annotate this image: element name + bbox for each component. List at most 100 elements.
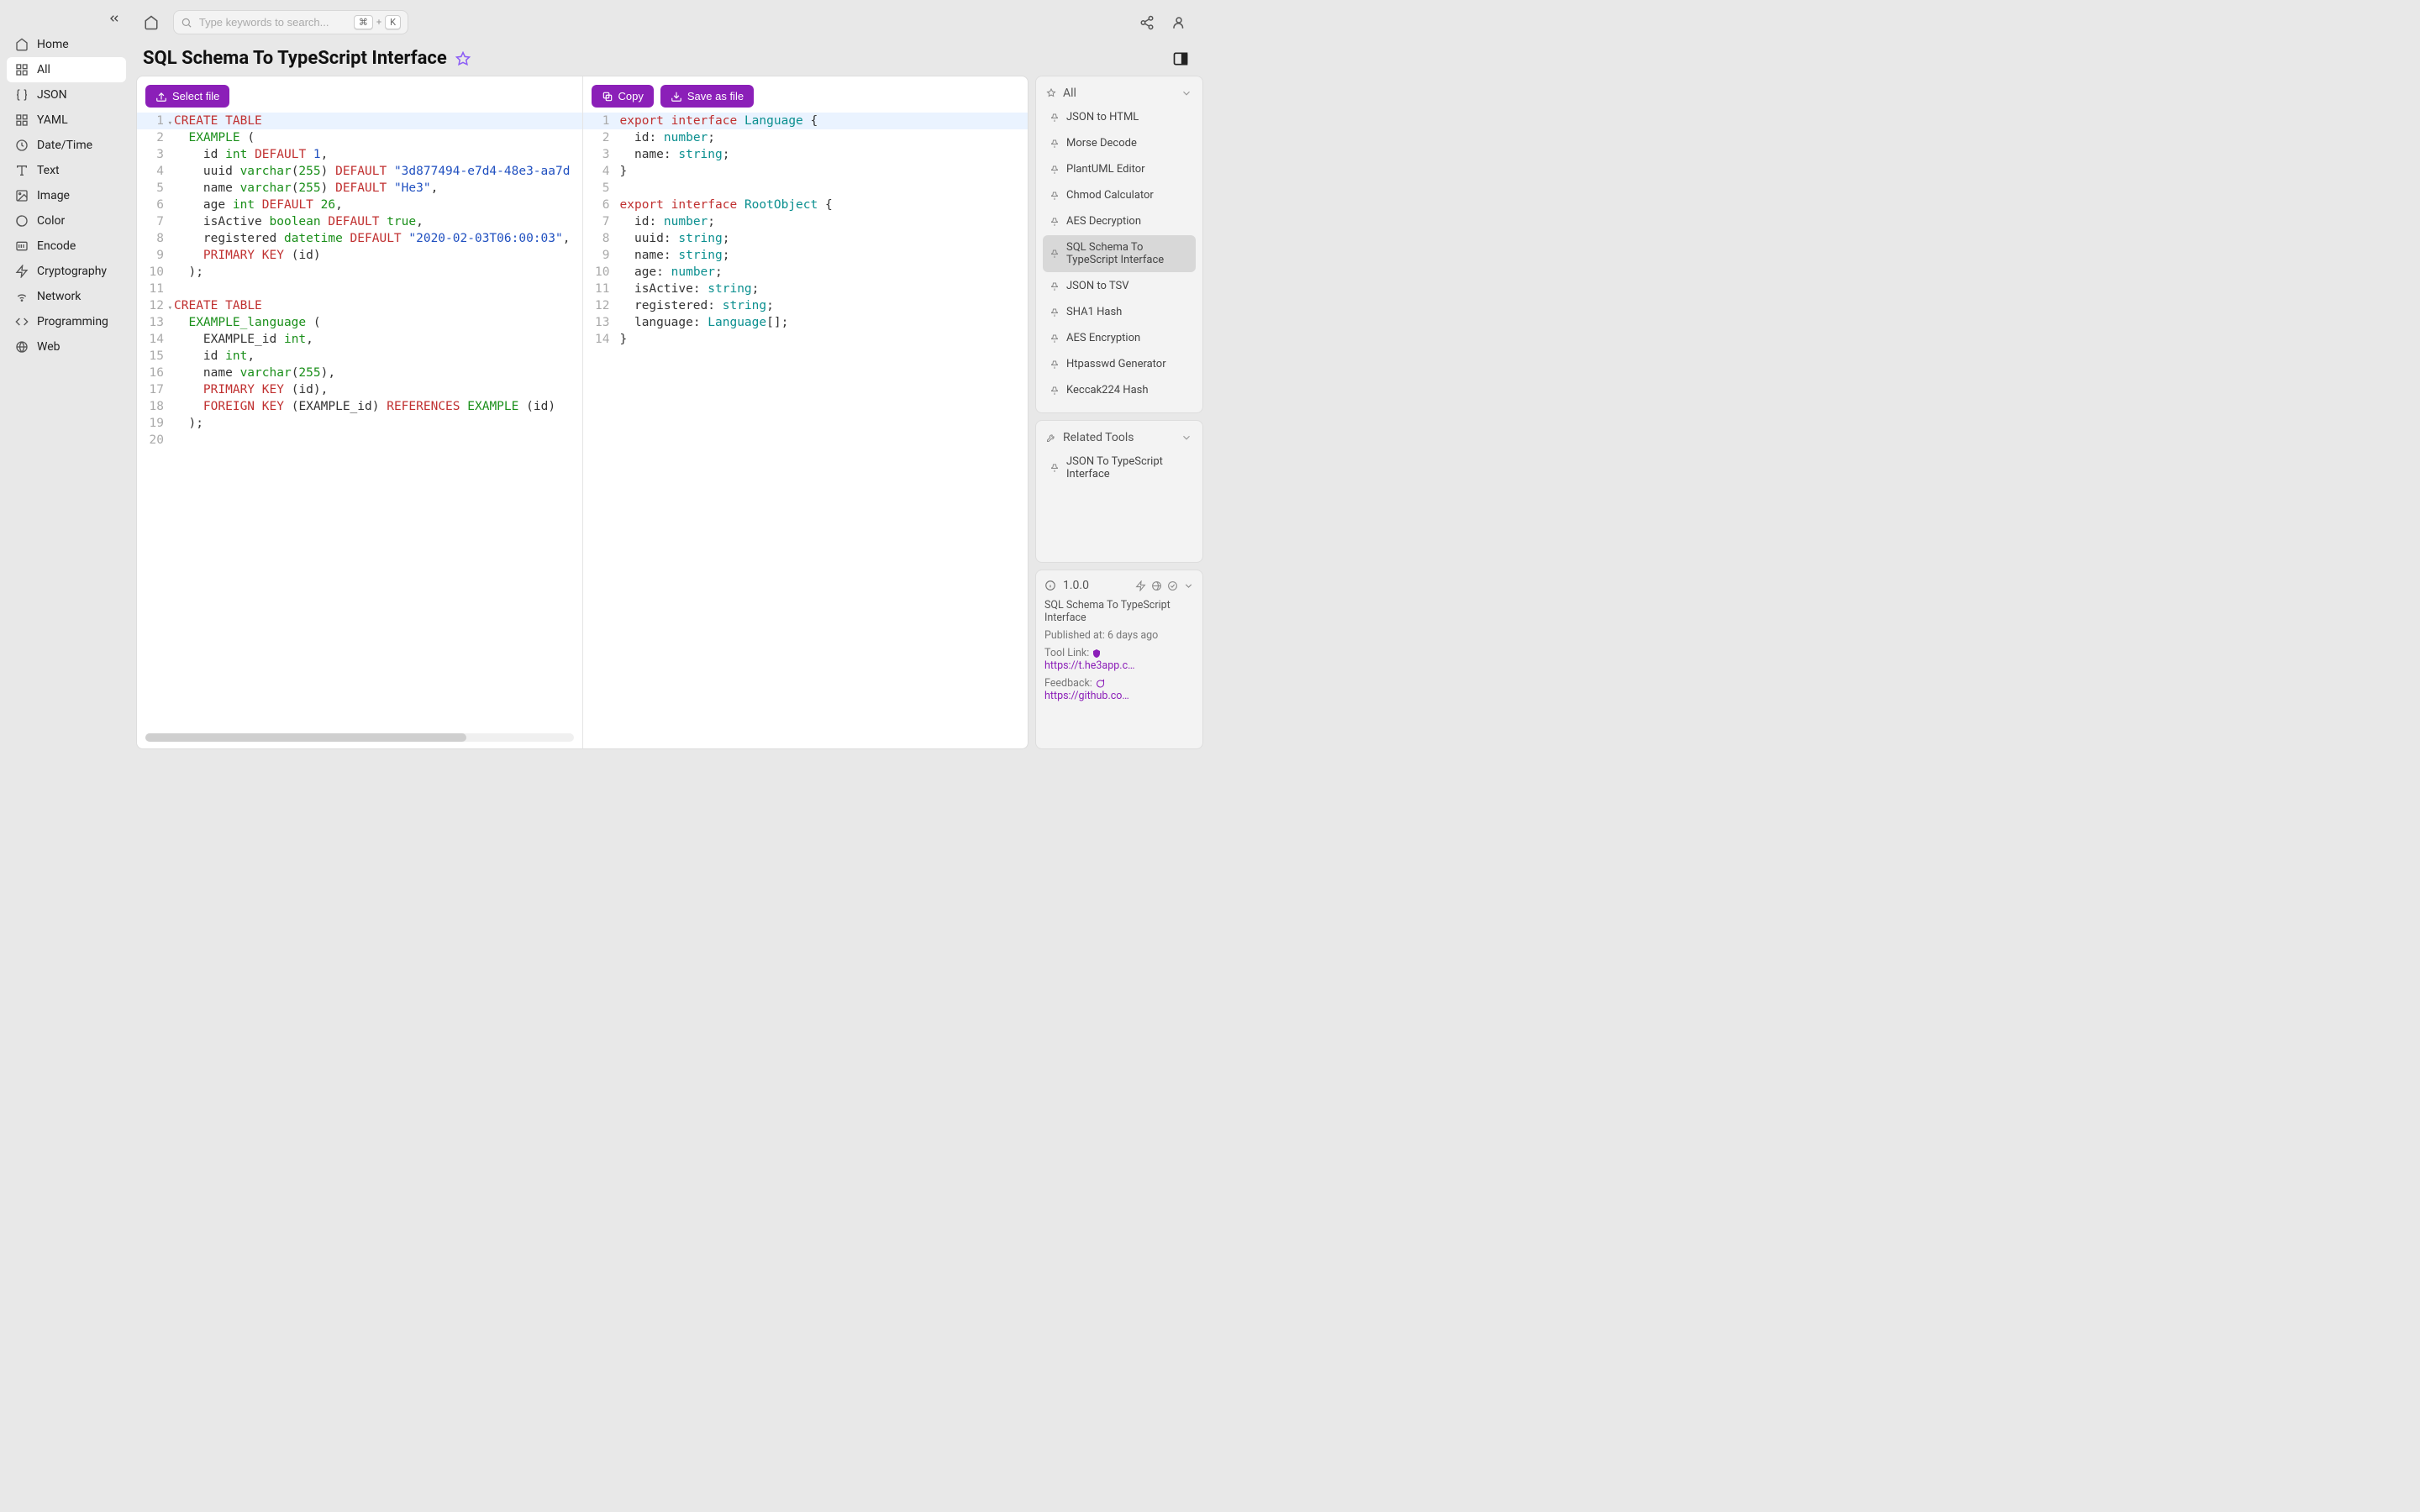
- sidebar-collapse-button[interactable]: [106, 10, 123, 27]
- chat-icon: [1095, 679, 1105, 689]
- sidebar-item-text[interactable]: Text: [7, 158, 126, 183]
- select-file-button[interactable]: Select file: [145, 85, 229, 108]
- tool-item[interactable]: JSON to TSV: [1043, 274, 1196, 298]
- main-area: ⌘ + K SQL Schema To TypeScript Interface: [133, 0, 1210, 756]
- globe-icon[interactable]: [1151, 580, 1162, 591]
- user-icon: [1171, 15, 1186, 30]
- wifi-icon: [15, 290, 29, 303]
- sidebar-item-encode[interactable]: Encode: [7, 234, 126, 259]
- chevron-down-icon: [1181, 87, 1192, 99]
- sidebar-item-programming[interactable]: Programming: [7, 309, 126, 334]
- editor-container: Select file 1▾CREATE TABLE 2 EXAMPLE ( 3…: [136, 76, 1028, 749]
- sidebar-item-json[interactable]: JSON: [7, 82, 126, 108]
- page-title: SQL Schema To TypeScript Interface: [143, 48, 447, 69]
- input-pane: Select file 1▾CREATE TABLE 2 EXAMPLE ( 3…: [137, 76, 583, 748]
- pin-icon: [1050, 139, 1060, 149]
- tool-item[interactable]: PlantUML Editor: [1043, 157, 1196, 181]
- bolt-icon[interactable]: [1135, 580, 1146, 591]
- sql-editor[interactable]: 1▾CREATE TABLE 2 EXAMPLE ( 3 id int DEFA…: [137, 113, 582, 730]
- sidebar-item-all[interactable]: All: [7, 57, 126, 82]
- input-horizontal-scrollbar[interactable]: [145, 733, 574, 742]
- profile-button[interactable]: [1170, 13, 1188, 32]
- download-icon: [671, 91, 682, 102]
- sidebar-item-home[interactable]: Home: [7, 32, 126, 57]
- tool-item[interactable]: AES Encryption: [1043, 326, 1196, 350]
- related-tools-header[interactable]: Related Tools: [1043, 428, 1196, 449]
- sidebar-item-cryptography[interactable]: Cryptography: [7, 259, 126, 284]
- home-button[interactable]: [139, 11, 163, 34]
- toggle-right-panel-button[interactable]: [1171, 50, 1190, 68]
- copy-icon: [602, 91, 613, 102]
- sidebar-item-yaml[interactable]: YAML: [7, 108, 126, 133]
- sidebar-item-label: All: [37, 63, 50, 76]
- related-tool-item[interactable]: JSON To TypeScript Interface: [1043, 449, 1196, 486]
- chevron-down-icon: [1181, 432, 1192, 444]
- color-icon: [15, 214, 29, 228]
- sidebar-item-label: YAML: [37, 113, 68, 127]
- copy-button[interactable]: Copy: [592, 85, 654, 108]
- grid-icon: [15, 63, 29, 76]
- clock-icon: [15, 139, 29, 152]
- image-icon: [15, 189, 29, 202]
- check-circle-icon[interactable]: [1167, 580, 1178, 591]
- info-feedback[interactable]: Feedback: https://github.com/…: [1044, 677, 1194, 702]
- search-box[interactable]: ⌘ + K: [173, 10, 408, 34]
- tool-item[interactable]: Morse Decode: [1043, 131, 1196, 155]
- sidebar-item-label: Text: [37, 164, 60, 177]
- tool-icon: [1046, 433, 1056, 443]
- save-as-file-button[interactable]: Save as file: [660, 85, 754, 108]
- info-tool-link[interactable]: Tool Link: https://t.he3app.co…: [1044, 647, 1194, 672]
- sidebar-item-image[interactable]: Image: [7, 183, 126, 208]
- globe-icon: [15, 340, 29, 354]
- typescript-output[interactable]: 1export interface Language { 2 id: numbe…: [583, 113, 1028, 748]
- output-pane: Copy Save as file 1export interface Lang…: [583, 76, 1028, 748]
- info-tool-name: SQL Schema To TypeScript Interface: [1044, 599, 1194, 624]
- upload-icon: [155, 91, 167, 102]
- right-rail: All JSON to HTMLMorse DecodePlantUML Edi…: [1035, 76, 1203, 749]
- sidebar-item-label: Network: [37, 290, 81, 303]
- tool-item[interactable]: AES Decryption: [1043, 209, 1196, 234]
- pin-icon: [1050, 281, 1060, 291]
- favorite-button[interactable]: [455, 51, 471, 66]
- tool-item[interactable]: SQL Schema To TypeScript Interface: [1043, 235, 1196, 272]
- search-icon: [181, 17, 192, 29]
- tool-item[interactable]: Chmod Calculator: [1043, 183, 1196, 207]
- pin-icon: [1050, 333, 1060, 344]
- sidebar-item-label: Color: [37, 214, 65, 228]
- pin-icon: [1046, 88, 1056, 98]
- share-button[interactable]: [1138, 13, 1156, 32]
- tool-item[interactable]: SHA1 Hash: [1043, 300, 1196, 324]
- tool-list: JSON to HTMLMorse DecodePlantUML EditorC…: [1043, 105, 1196, 402]
- pin-icon: [1050, 307, 1060, 318]
- sidebar-item-datetime[interactable]: Date/Time: [7, 133, 126, 158]
- home-icon: [144, 15, 159, 30]
- chevron-down-icon[interactable]: [1183, 580, 1194, 591]
- sidebar-item-label: JSON: [37, 88, 67, 102]
- tool-item[interactable]: Keccak224 Hash: [1043, 378, 1196, 402]
- sidebar: Home All JSON YAML Date/Time Text Image: [0, 0, 133, 756]
- encode-icon: [15, 239, 29, 253]
- sidebar-item-color[interactable]: Color: [7, 208, 126, 234]
- yaml-icon: [15, 113, 29, 127]
- braces-icon: [15, 88, 29, 102]
- sidebar-item-web[interactable]: Web: [7, 334, 126, 360]
- related-tools-card: Related Tools JSON To TypeScript Interfa…: [1035, 420, 1203, 563]
- pin-icon: [1050, 113, 1060, 123]
- sidebar-item-label: Home: [37, 38, 69, 51]
- info-published: Published at: 6 days ago: [1044, 629, 1194, 642]
- sidebar-item-label: Programming: [37, 315, 108, 328]
- pin-icon: [1050, 165, 1060, 175]
- pin-icon: [1050, 249, 1060, 259]
- tools-filter-dropdown[interactable]: All: [1043, 83, 1196, 105]
- sidebar-item-label: Image: [37, 189, 70, 202]
- tool-item[interactable]: Htpasswd Generator: [1043, 352, 1196, 376]
- search-input[interactable]: [199, 16, 347, 29]
- sidebar-item-network[interactable]: Network: [7, 284, 126, 309]
- pin-icon: [1050, 191, 1060, 201]
- bolt-icon: [15, 265, 29, 278]
- tool-item[interactable]: JSON to HTML: [1043, 105, 1196, 129]
- shield-icon: [1092, 648, 1102, 659]
- tools-card: All JSON to HTMLMorse DecodePlantUML Edi…: [1035, 76, 1203, 413]
- pin-icon: [1050, 217, 1060, 227]
- pin-icon: [1050, 360, 1060, 370]
